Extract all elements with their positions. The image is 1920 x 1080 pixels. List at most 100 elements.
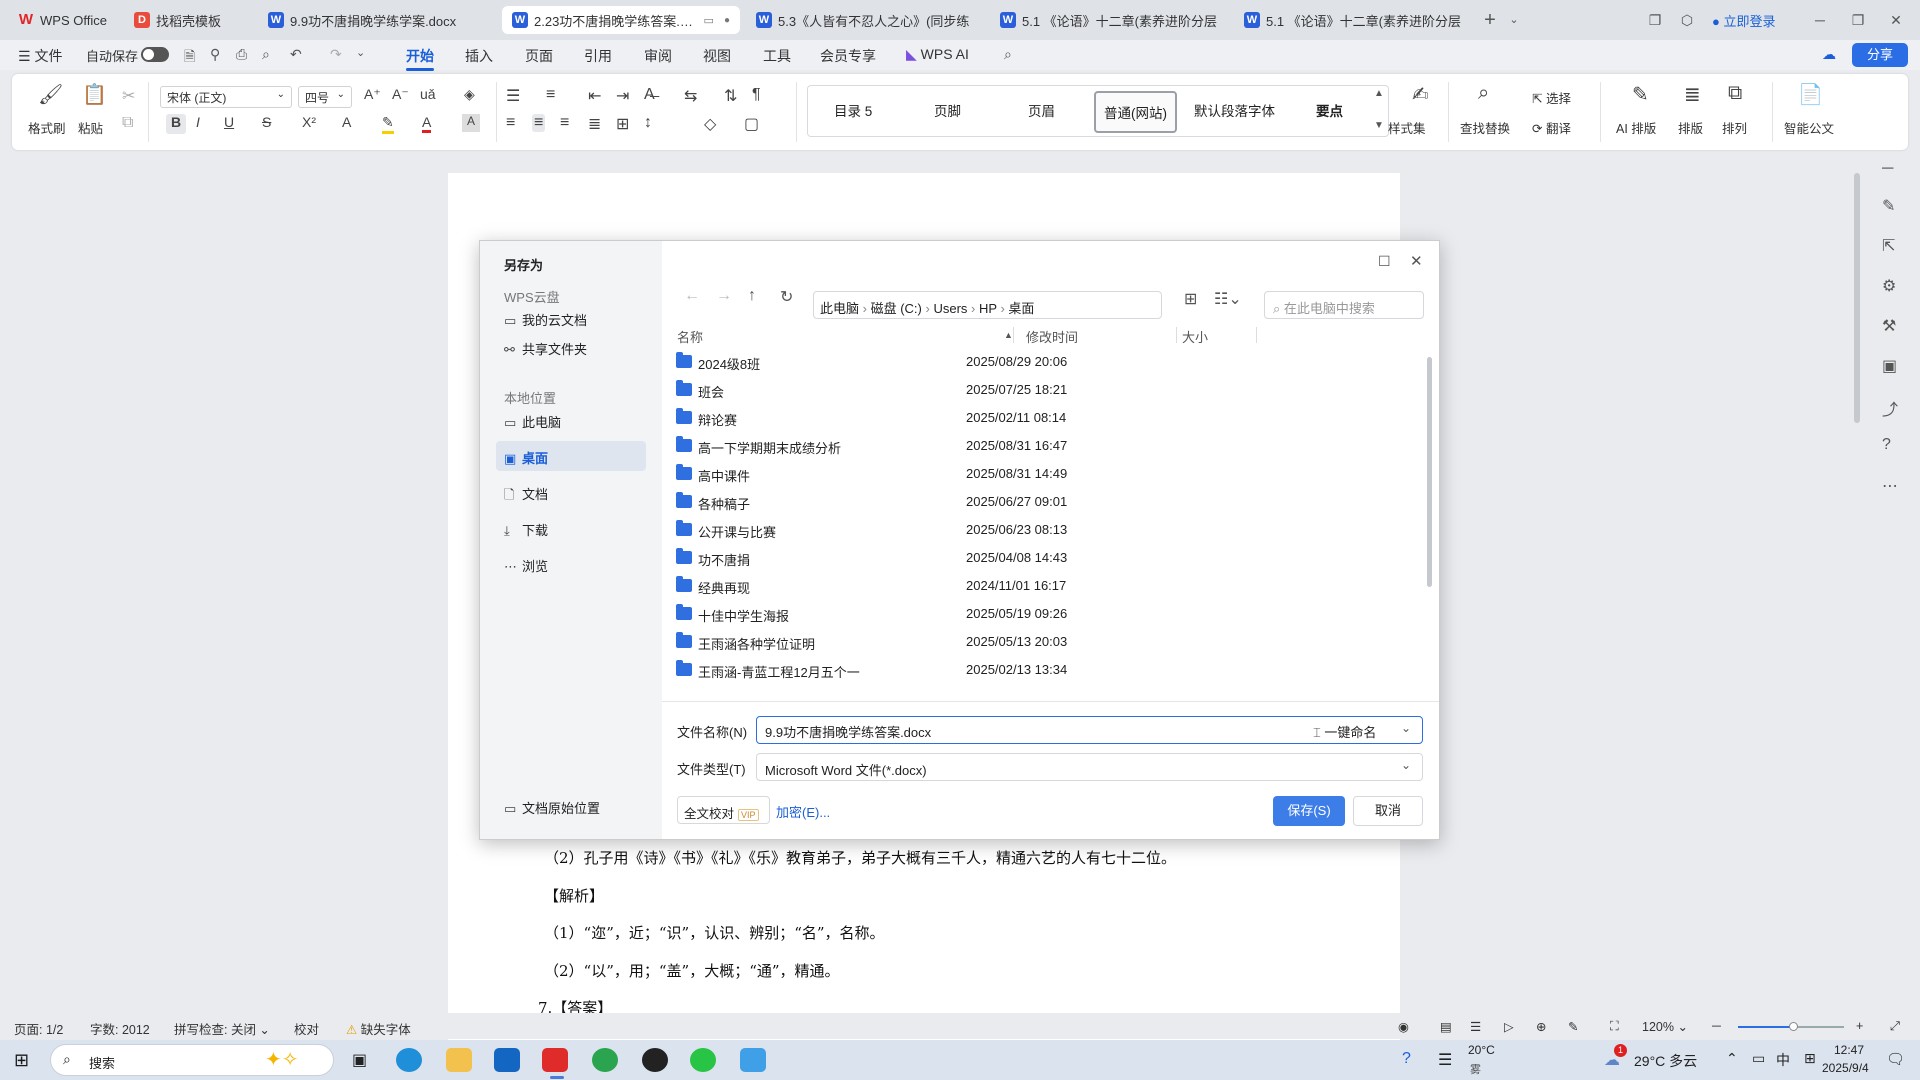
file-list-scrollbar[interactable] <box>1427 357 1432 587</box>
menu-tab-insert[interactable]: 插入 <box>465 46 493 66</box>
zoom-thumb[interactable] <box>1789 1022 1798 1031</box>
windows-start-icon[interactable]: ⊞ <box>14 1050 29 1071</box>
help-tray-icon[interactable]: ? <box>1402 1050 1411 1068</box>
style-toc5[interactable]: 目录 5 <box>834 100 872 120</box>
shrink-font-icon[interactable]: A⁻ <box>392 86 409 103</box>
autosave-toggle[interactable] <box>141 47 169 62</box>
style-default-font[interactable]: 默认段落字体 <box>1194 100 1275 120</box>
edit-box-icon[interactable]: ▣ <box>1882 356 1897 376</box>
italic-icon[interactable]: I <box>196 114 200 130</box>
browser-icon[interactable] <box>592 1048 618 1072</box>
menu-tab-references[interactable]: 引用 <box>584 46 612 66</box>
style-normal-web[interactable]: 普通(网站) <box>1094 91 1177 133</box>
refresh-icon[interactable]: ↻ <box>780 287 793 307</box>
bullets-icon[interactable]: ☰ <box>506 86 520 106</box>
tray-menu-icon[interactable]: ☰ <box>1438 1050 1452 1070</box>
page-view-icon[interactable]: ▤ <box>1440 1019 1452 1034</box>
tab-template[interactable]: D 找稻壳模板 <box>124 6 252 34</box>
unsaved-dot-icon[interactable]: ● <box>724 15 730 26</box>
align-right-icon[interactable]: ≡ <box>560 114 569 132</box>
share-button[interactable]: 分享 <box>1852 43 1908 67</box>
proof-button[interactable]: 校对 <box>294 1019 319 1038</box>
breadcrumb-item[interactable]: 桌面 <box>1008 301 1034 316</box>
layout-icon[interactable]: ≣ <box>1684 82 1701 107</box>
fullscreen-icon[interactable]: ⤢ <box>1890 1019 1900 1034</box>
cut-icon[interactable]: ✂ <box>122 86 135 106</box>
file-row[interactable]: 十佳中学生海报 2025/05/19 09:26 <box>676 601 1421 629</box>
align-left-icon[interactable]: ≡ <box>506 114 515 132</box>
border-icon[interactable]: ▢ <box>744 114 759 134</box>
char-shading-icon[interactable]: A <box>462 114 480 132</box>
cube-icon[interactable]: ⬡ <box>1673 8 1701 32</box>
file-row[interactable]: 2024级8班 2025/08/29 20:06 <box>676 349 1421 377</box>
edge-icon[interactable] <box>396 1048 422 1072</box>
ai-layout-icon[interactable]: ✎ <box>1632 82 1649 107</box>
save-button[interactable]: 保存(S) <box>1273 796 1345 826</box>
rename-button[interactable]: ⌶ 一键命名 <box>1313 722 1376 741</box>
find-replace-label[interactable]: 查找替换 <box>1460 118 1510 137</box>
strikethrough-icon[interactable]: S <box>262 114 271 130</box>
zoom-in-icon[interactable]: + <box>1856 1019 1863 1033</box>
column-header-name[interactable]: 名称 <box>677 327 703 346</box>
arrange-icon[interactable]: ⧉ <box>1728 82 1742 105</box>
web-view-icon[interactable]: ⊕ <box>1536 1019 1546 1034</box>
align-center-icon[interactable]: ≡ <box>532 114 546 132</box>
close-dialog-icon[interactable]: ✕ <box>1410 252 1423 270</box>
search-icon[interactable]: ⌕ <box>1004 46 1012 63</box>
notification-icon[interactable]: 🗨 <box>1886 1050 1905 1068</box>
grow-font-icon[interactable]: A⁺ <box>364 86 381 103</box>
layout-label[interactable]: 排版 <box>1678 118 1703 137</box>
menu-tab-member[interactable]: 会员专享 <box>820 46 876 66</box>
sidebar-item-downloads[interactable]: ⤓ 下载 <box>496 513 646 543</box>
file-row[interactable]: 功不唐捐 2025/04/08 14:43 <box>676 545 1421 573</box>
smart-doc-icon[interactable]: 📄 <box>1798 82 1823 107</box>
column-header-modified[interactable]: 修改时间 <box>1026 327 1078 346</box>
column-header-size[interactable]: 大小 <box>1182 327 1208 346</box>
menu-tab-tools[interactable]: 工具 <box>763 46 791 66</box>
login-link[interactable]: ● 立即登录 <box>1712 11 1776 30</box>
weather-summary[interactable]: 29°C 多云 <box>1634 1051 1697 1071</box>
restore-icon[interactable]: ❐ <box>1844 8 1872 32</box>
forward-arrow-icon[interactable]: → <box>716 287 732 305</box>
more-chevron-icon[interactable]: ⌄ <box>356 46 365 59</box>
phonetic-icon[interactable]: uǎ <box>420 86 436 102</box>
clock-date[interactable]: 2025/9/4 <box>1822 1061 1869 1075</box>
word-count[interactable]: 字数: 2012 <box>90 1019 150 1038</box>
clock-time[interactable]: 12:47 <box>1834 1043 1864 1057</box>
select-button[interactable]: ⇱ 选择 <box>1532 88 1571 107</box>
breadcrumb-item[interactable]: Users <box>933 301 967 316</box>
cursor-icon[interactable]: ⇱ <box>1882 236 1895 256</box>
superscript-icon[interactable]: X² <box>302 114 316 130</box>
arrange-label[interactable]: 排列 <box>1722 118 1747 137</box>
bold-icon[interactable]: B <box>166 114 186 134</box>
sidebar-item-browse[interactable]: ⋯ 浏览 <box>496 549 646 579</box>
sidebar-item-documents[interactable]: 🗋 文档 <box>496 477 646 507</box>
breadcrumb-item[interactable]: 此电脑 <box>820 301 859 316</box>
view-mode-icon[interactable]: ☷⌄ <box>1214 289 1242 309</box>
font-family-select[interactable]: 宋体 (正文) ⌄ <box>160 86 292 108</box>
cancel-button[interactable]: 取消 <box>1353 796 1423 826</box>
style-footer[interactable]: 页脚 <box>934 100 961 120</box>
wechat-icon[interactable] <box>690 1048 716 1072</box>
page-indicator[interactable]: 页面: 1/2 <box>14 1019 63 1038</box>
highlight-icon[interactable]: ✎ <box>382 114 394 134</box>
sidebar-item-original-location[interactable]: ▭ 文档原始位置 <box>496 791 646 821</box>
missing-font-warning[interactable]: ⚠ 缺失字体 <box>346 1019 411 1038</box>
app-icon[interactable] <box>740 1048 766 1072</box>
zoom-out-icon[interactable]: ─ <box>1712 1019 1721 1033</box>
scroll-up-icon[interactable]: ▲ <box>1374 88 1384 99</box>
sidebar-item-shared[interactable]: ⚯ 共享文件夹 <box>496 332 646 362</box>
font-color-icon[interactable]: A <box>422 114 432 133</box>
help-icon[interactable]: ? <box>1882 436 1891 454</box>
expand-down-icon[interactable]: ▼ <box>1374 120 1384 131</box>
breadcrumb-item[interactable]: 磁盘 (C:) <box>871 301 922 316</box>
tab-doc-3[interactable]: W 5.3《人皆有不忍人之心》(同步练 <box>746 6 984 34</box>
style-key-point[interactable]: 要点 <box>1316 100 1343 120</box>
line-spacing-icon[interactable]: ↕ <box>644 114 652 132</box>
file-row[interactable]: 王雨涵-青蓝工程12月五个一 2025/02/13 13:34 <box>676 657 1421 685</box>
sidebar-item-my-cloud[interactable]: ▭ 我的云文档 <box>496 303 646 333</box>
qq-icon[interactable] <box>642 1048 668 1072</box>
task-view-icon[interactable]: ▣ <box>352 1050 367 1070</box>
pen-mode-icon[interactable]: ✎ <box>1568 1019 1578 1034</box>
tools-icon[interactable]: ⚒ <box>1882 316 1896 336</box>
